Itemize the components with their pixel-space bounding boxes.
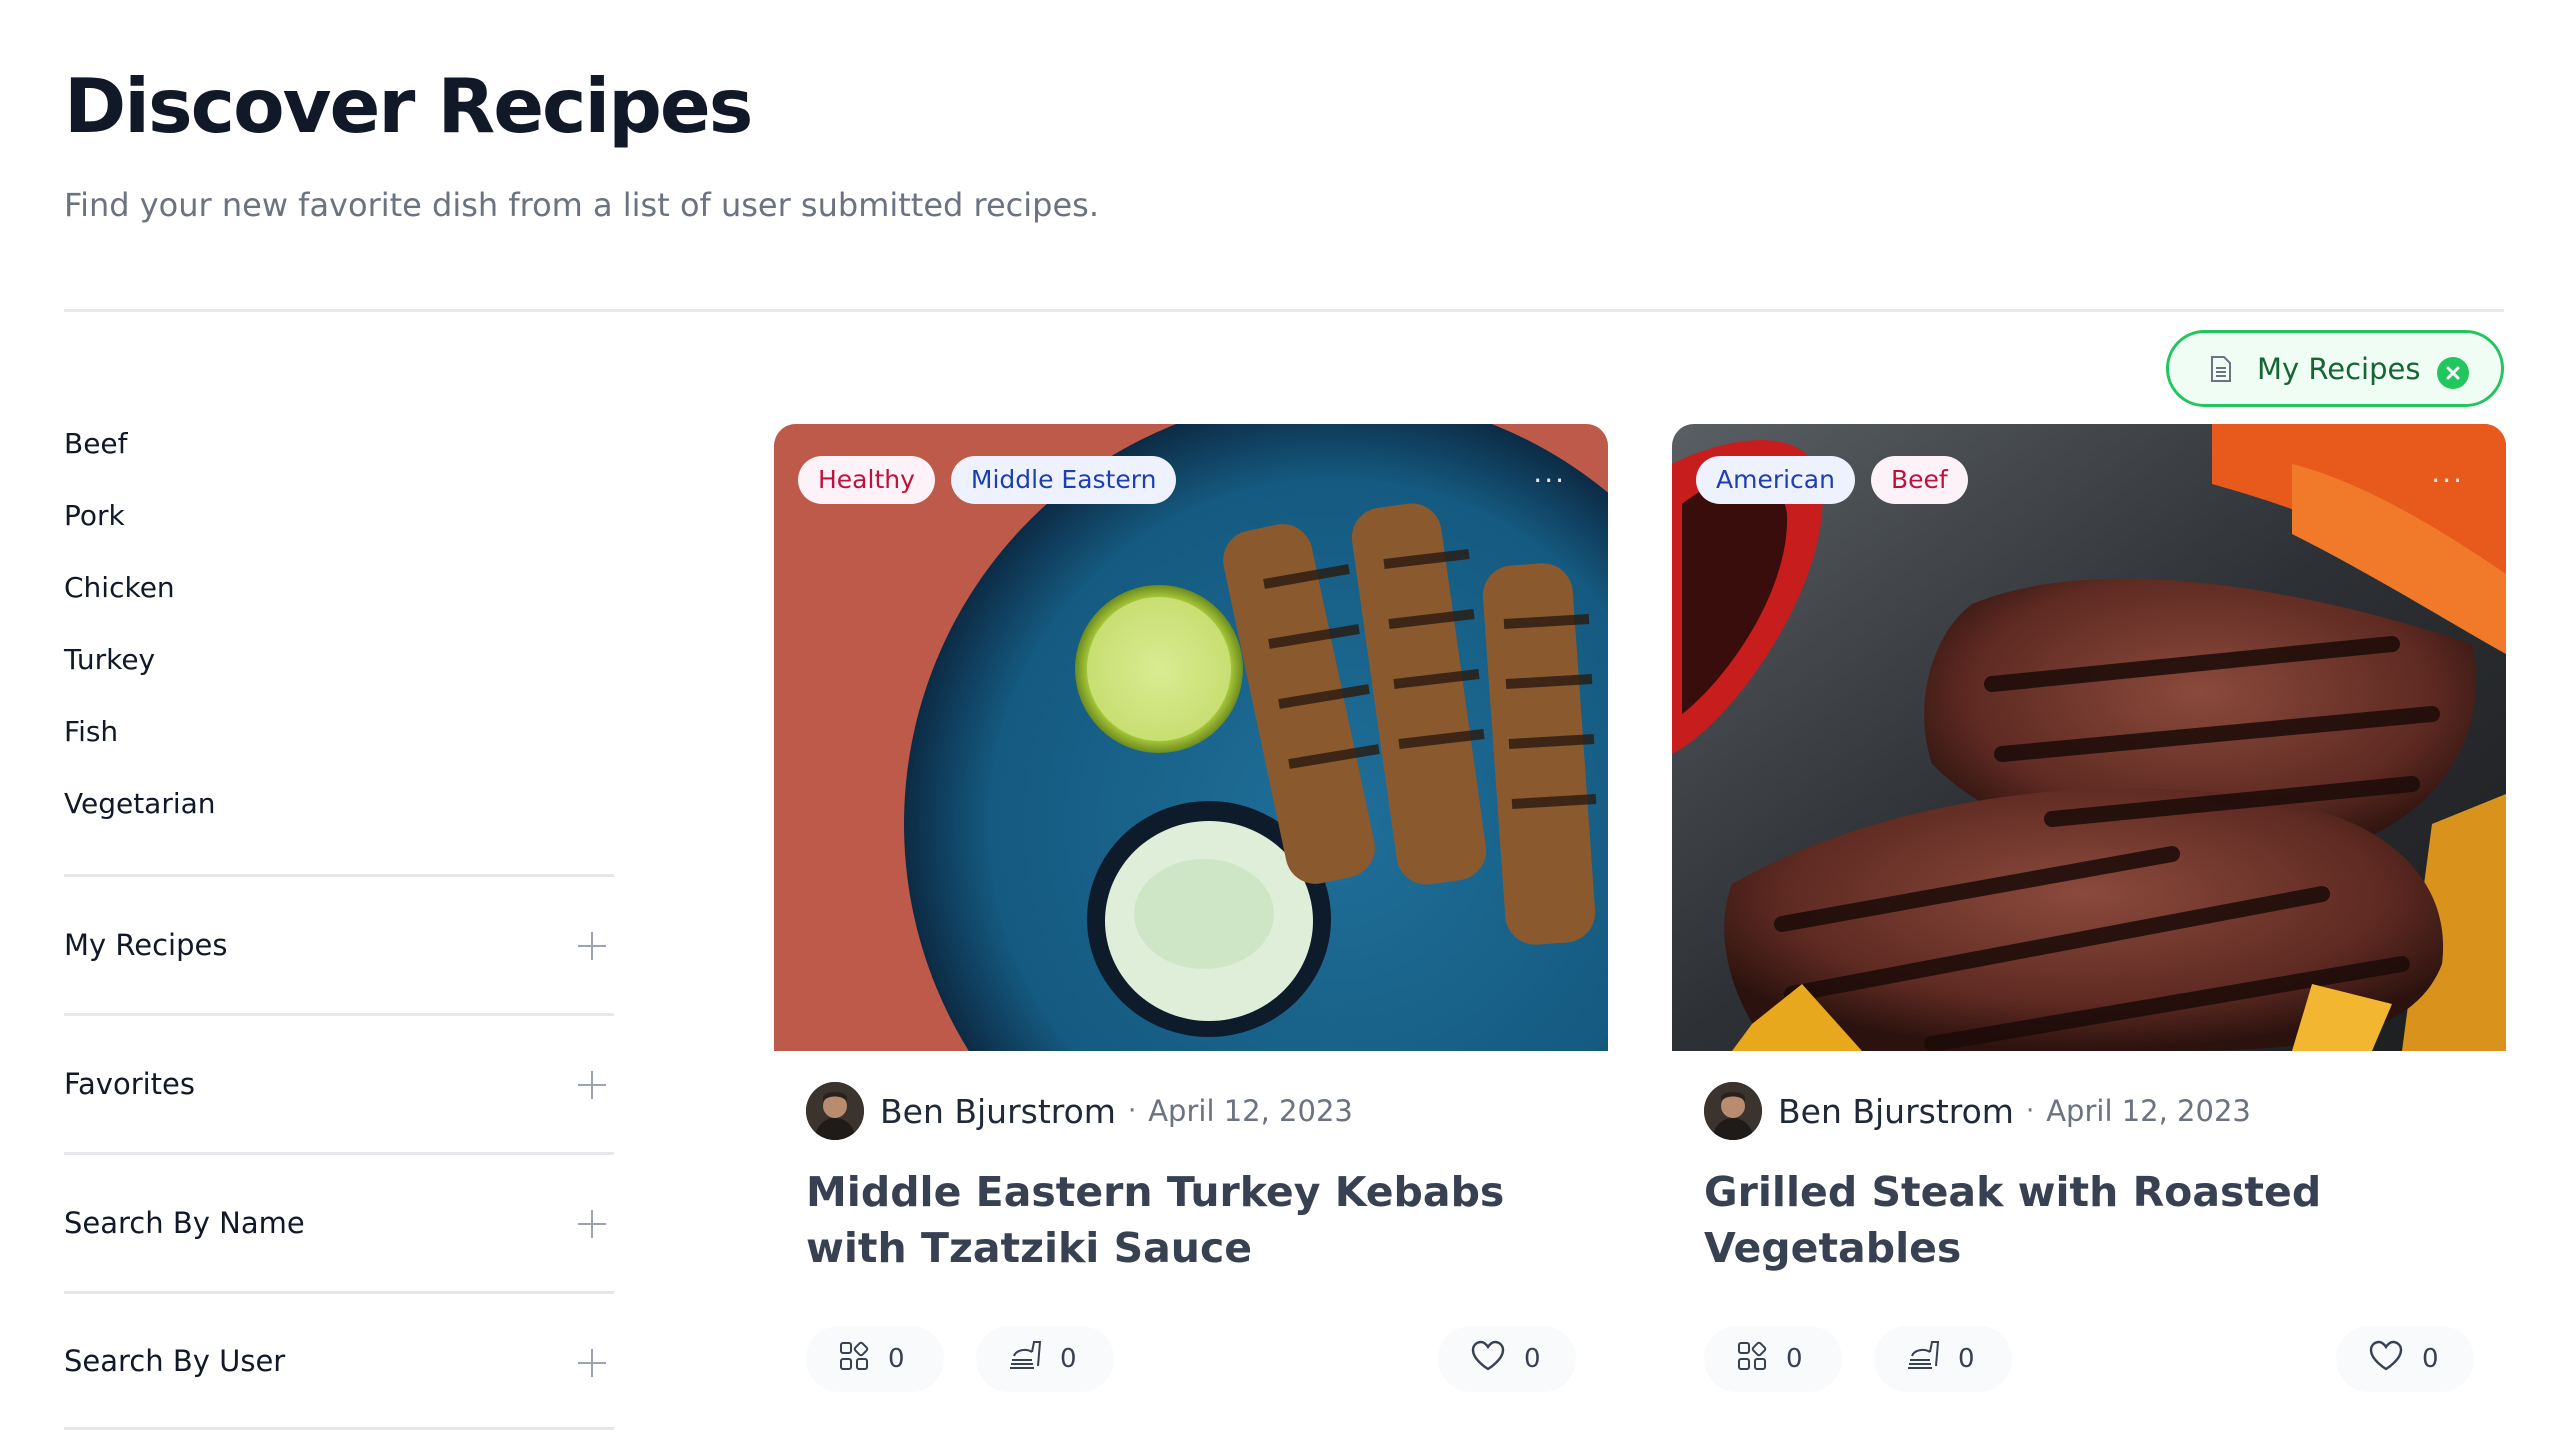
- recipe-image[interactable]: Healthy Middle Eastern ···: [774, 424, 1608, 1051]
- tag-badge[interactable]: Beef: [1870, 456, 1968, 504]
- ingredients-stat[interactable]: 0: [1704, 1326, 1842, 1392]
- plus-icon[interactable]: [578, 1349, 606, 1377]
- recipe-card[interactable]: American Beef ··· Ben Bjurstrom · April …: [1672, 424, 2506, 1424]
- page-subtitle: Find your new favorite dish from a list …: [64, 186, 1099, 224]
- steps-icon: [1906, 1340, 1940, 1379]
- close-circle-icon[interactable]: [2437, 357, 2469, 389]
- ingredients-icon: [838, 1340, 870, 1379]
- recipe-meta: Ben Bjurstrom · April 12, 2023: [806, 1082, 1353, 1140]
- recipe-image[interactable]: American Beef ···: [1672, 424, 2506, 1051]
- plus-icon[interactable]: [578, 1210, 606, 1238]
- heart-icon[interactable]: [1470, 1340, 1506, 1379]
- category-item-pork[interactable]: Pork: [64, 496, 216, 568]
- recipe-title[interactable]: Middle Eastern Turkey Kebabs with Tzatzi…: [806, 1164, 1586, 1276]
- recipe-card[interactable]: Healthy Middle Eastern ··· Ben Bjurstrom…: [774, 424, 1608, 1424]
- tag-badge[interactable]: American: [1696, 456, 1855, 504]
- recipe-date: April 12, 2023: [1148, 1094, 1353, 1128]
- header-divider: [64, 309, 2504, 312]
- recipe-tags: Healthy Middle Eastern: [798, 456, 1177, 504]
- category-list: Beef Pork Chicken Turkey Fish Vegetarian: [64, 424, 216, 856]
- category-item-vegetarian[interactable]: Vegetarian: [64, 784, 216, 856]
- favorite-stat[interactable]: 0: [1438, 1326, 1576, 1392]
- category-item-fish[interactable]: Fish: [64, 712, 216, 784]
- steps-icon: [1008, 1340, 1042, 1379]
- filter-accordion: My Recipes Favorites Search By Name Sear…: [64, 874, 614, 1430]
- accordion-search-by-name[interactable]: Search By Name: [64, 1152, 614, 1291]
- author-name[interactable]: Ben Bjurstrom: [1778, 1092, 2014, 1131]
- recipe-title[interactable]: Grilled Steak with Roasted Vegetables: [1704, 1164, 2484, 1276]
- recipe-date: April 12, 2023: [2046, 1094, 2251, 1128]
- accordion-search-by-user[interactable]: Search By User: [64, 1291, 614, 1430]
- accordion-label: Favorites: [64, 1067, 195, 1101]
- plus-icon[interactable]: [578, 1071, 606, 1099]
- steps-count: 0: [1958, 1344, 1975, 1374]
- meta-separator: ·: [1127, 1096, 1137, 1126]
- accordion-my-recipes[interactable]: My Recipes: [64, 874, 614, 1013]
- ingredients-icon: [1736, 1340, 1768, 1379]
- accordion-favorites[interactable]: Favorites: [64, 1013, 614, 1152]
- favorite-stat[interactable]: 0: [2336, 1326, 2474, 1392]
- category-item-turkey[interactable]: Turkey: [64, 640, 216, 712]
- tag-badge[interactable]: Middle Eastern: [950, 456, 1177, 504]
- author-name[interactable]: Ben Bjurstrom: [880, 1092, 1116, 1131]
- accordion-label: Search By Name: [64, 1206, 305, 1240]
- ingredients-count: 0: [1786, 1344, 1803, 1374]
- tag-badge[interactable]: Healthy: [798, 456, 935, 504]
- steps-stat[interactable]: 0: [1874, 1326, 2012, 1392]
- active-filter-chip[interactable]: My Recipes: [2166, 330, 2504, 407]
- ingredients-count: 0: [888, 1344, 905, 1374]
- favorite-count: 0: [2422, 1344, 2439, 1374]
- document-icon: [2207, 355, 2235, 383]
- avatar[interactable]: [1704, 1082, 1762, 1140]
- ingredients-stat[interactable]: 0: [806, 1326, 944, 1392]
- recipes-page: Discover Recipes Find your new favorite …: [0, 0, 2560, 1440]
- category-item-chicken[interactable]: Chicken: [64, 568, 216, 640]
- active-filter-label: My Recipes: [2257, 351, 2421, 386]
- favorite-count: 0: [1524, 1344, 1541, 1374]
- more-options-icon[interactable]: ···: [1533, 464, 1566, 497]
- accordion-label: My Recipes: [64, 928, 228, 962]
- recipe-meta: Ben Bjurstrom · April 12, 2023: [1704, 1082, 2251, 1140]
- category-item-beef[interactable]: Beef: [64, 424, 216, 496]
- plus-icon[interactable]: [578, 932, 606, 960]
- avatar[interactable]: [806, 1082, 864, 1140]
- heart-icon[interactable]: [2368, 1340, 2404, 1379]
- meta-separator: ·: [2025, 1096, 2035, 1126]
- accordion-label: Search By User: [64, 1343, 286, 1378]
- page-title: Discover Recipes: [64, 62, 753, 150]
- recipe-tags: American Beef: [1696, 456, 1968, 504]
- more-options-icon[interactable]: ···: [2431, 464, 2464, 497]
- steps-stat[interactable]: 0: [976, 1326, 1114, 1392]
- steps-count: 0: [1060, 1344, 1077, 1374]
